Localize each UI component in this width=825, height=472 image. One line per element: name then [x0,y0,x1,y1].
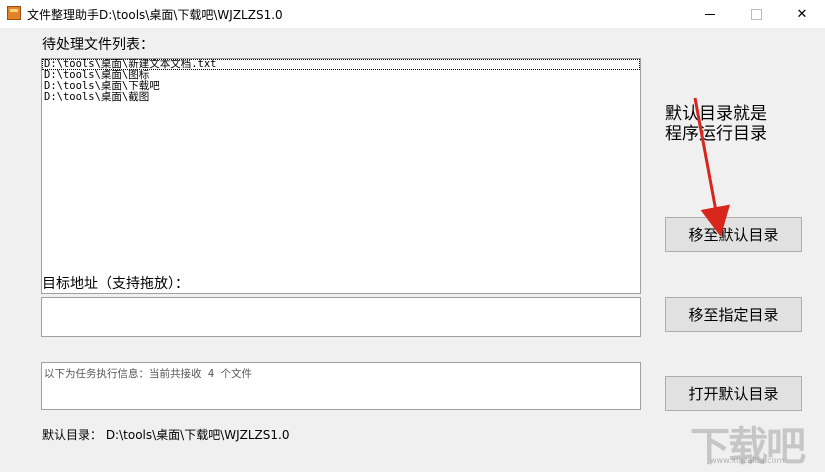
watermark-url: www.xiazaiba.com [710,456,785,465]
default-dir-path: 默认目录： D:\tools\桌面\下载吧\WJZLZS1.0 [42,428,290,442]
maximize-button [733,0,779,28]
move-to-default-button[interactable]: 移至默认目录 [665,217,802,252]
open-default-dir-button[interactable]: 打开默认目录 [665,376,802,411]
minimize-button[interactable] [687,0,733,28]
task-info-text: 以下为任务执行信息：当前共接收 4 个文件 [44,368,252,380]
note-line-1: 默认目录就是 [665,104,767,124]
watermark-logo: 下载吧 www.xiazaiba.com [690,414,820,470]
close-button[interactable]: ✕ [779,0,825,28]
task-info-box[interactable]: 以下为任务执行信息：当前共接收 4 个文件 [41,362,641,410]
default-dir-note: 默认目录就是 程序运行目录 [665,104,815,144]
target-address-label: 目标地址（支持拖放）： [42,276,189,292]
pending-file-list[interactable]: D:\tools\桌面\新建文本文档.txt D:\tools\桌面\图标 D:… [41,58,641,294]
note-line-2: 程序运行目录 [665,124,767,144]
minimize-icon [705,13,715,15]
move-to-specified-button[interactable]: 移至指定目录 [665,297,802,332]
list-item[interactable]: D:\tools\桌面\截图 [42,92,640,103]
target-address-input[interactable] [41,297,641,337]
close-icon: ✕ [796,6,808,22]
main-panel: 待处理文件列表： D:\tools\桌面\新建文本文档.txt D:\tools… [0,28,825,472]
pending-list-label: 待处理文件列表： [42,37,154,53]
maximize-icon [750,8,762,20]
window-title: 文件整理助手D:\tools\桌面\下载吧\WJZLZS1.0 [27,8,283,22]
app-folder-icon [7,6,21,20]
title-bar: 文件整理助手D:\tools\桌面\下载吧\WJZLZS1.0 ✕ [0,0,825,28]
